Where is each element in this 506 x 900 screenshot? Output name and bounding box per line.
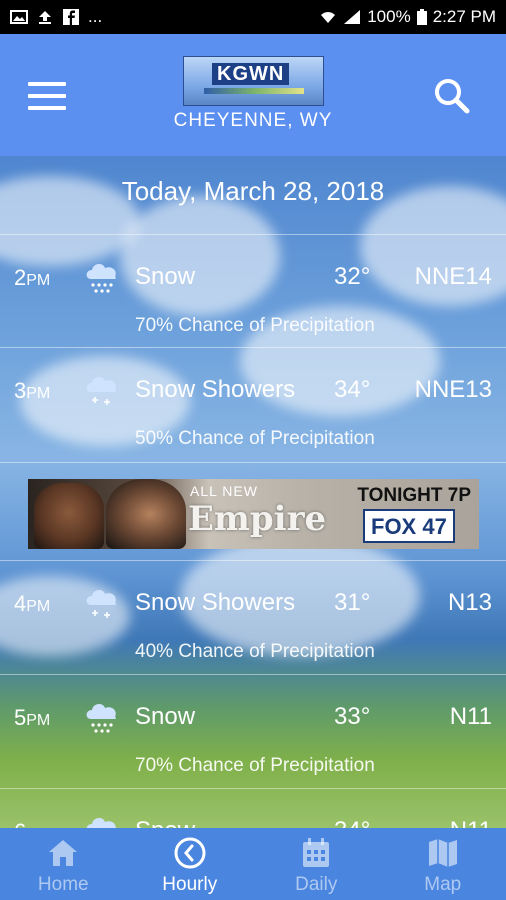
status-time: 2:27 PM	[432, 7, 496, 26]
hourly-forecast[interactable]: Today, March 28, 2018 2PM Snow 32° NNE14…	[0, 156, 506, 828]
row-precipitation: 40% Chance of Precipitation	[135, 641, 375, 662]
row-condition: Snow Showers	[135, 376, 296, 403]
nav-daily[interactable]: Daily	[253, 828, 380, 900]
advertisement-banner[interactable]: ALL NEW Empire TONIGHT 7P FOX 47	[28, 479, 479, 549]
hourly-row[interactable]: 5PM Snow 33° N11 70% Chance of Precipita…	[0, 674, 506, 787]
ad-network-logo: FOX 47	[363, 509, 455, 543]
upload-icon	[39, 11, 51, 24]
nav-map[interactable]: Map	[380, 828, 506, 900]
row-condition: Snow	[135, 817, 195, 828]
hourly-row[interactable]: 2PM Snow 32° NNE14 70% Chance of Precipi…	[0, 234, 506, 347]
menu-button[interactable]	[28, 82, 66, 110]
row-wind: NNE13	[414, 376, 492, 403]
ad-tonight: TONIGHT 7P	[357, 485, 471, 506]
row-wind: N13	[447, 589, 492, 616]
status-ellipsis: ...	[88, 7, 103, 26]
app-header: KGWN CHEYENNE, WY	[0, 34, 506, 156]
hourly-row[interactable]: 3PM Snow Showers 34° NNE13 50% Chance of…	[0, 347, 506, 460]
ad-network: FOX 47	[371, 514, 447, 539]
search-icon[interactable]	[432, 76, 472, 116]
wifi-icon	[321, 12, 336, 23]
battery-icon	[416, 9, 427, 25]
row-temperature: 34°	[334, 376, 371, 403]
hamburger-line	[28, 82, 66, 86]
location-label: CHEYENNE, WY	[173, 110, 333, 131]
status-left: ...	[10, 7, 102, 27]
map-icon	[428, 839, 457, 867]
row-time: 6PM	[14, 819, 50, 828]
bottom-nav: Home Hourly Daily Map	[0, 828, 506, 900]
signal-icon	[344, 10, 361, 24]
ad-photo	[34, 483, 104, 549]
row-time: 5PM	[14, 705, 51, 730]
logo-text: KGWN	[212, 63, 290, 85]
row-condition: Snow	[135, 263, 196, 290]
nav-label: Map	[424, 874, 462, 895]
calendar-icon	[303, 838, 330, 867]
row-wind: N11	[450, 817, 492, 828]
row-time: 2PM	[14, 265, 51, 290]
nav-label: Hourly	[162, 874, 218, 895]
row-temperature: 34°	[334, 817, 370, 828]
image-icon	[10, 10, 28, 24]
forecast-date: Today, March 28, 2018	[121, 176, 385, 206]
ad-slot: ALL NEW Empire TONIGHT 7P FOX 47	[0, 462, 506, 558]
row-condition: Snow Showers	[135, 589, 296, 616]
row-precipitation: 70% Chance of Precipitation	[135, 755, 375, 776]
snow-icon	[86, 818, 116, 828]
row-temperature: 31°	[334, 589, 371, 616]
row-precipitation: 70% Chance of Precipitation	[135, 315, 375, 336]
home-icon	[49, 840, 78, 866]
station-logo: KGWN	[183, 56, 324, 106]
facebook-icon	[63, 9, 79, 25]
ad-all-new: ALL NEW	[190, 483, 258, 499]
row-condition: Snow	[135, 703, 196, 730]
snow-showers-icon	[86, 590, 117, 618]
row-temperature: 32°	[334, 263, 371, 290]
hourly-row[interactable]: 6PM Snow 34° N11	[0, 788, 506, 828]
snow-icon	[86, 264, 117, 293]
nav-label: Daily	[295, 874, 338, 895]
hamburger-line	[28, 94, 66, 98]
logo-stripe	[204, 88, 304, 94]
status-bar: ... 100% 2:27 PM	[0, 0, 506, 34]
row-time: 4PM	[14, 591, 51, 616]
nav-hourly[interactable]: Hourly	[127, 828, 254, 900]
hourly-row[interactable]: 4PM Snow Showers 31° N13 40% Chance of P…	[0, 560, 506, 673]
nav-home[interactable]: Home	[0, 828, 127, 900]
row-temperature: 33°	[334, 703, 371, 730]
battery-percent: 100%	[367, 7, 411, 26]
ad-title: Empire	[188, 499, 327, 539]
status-right: 100% 2:27 PM	[319, 7, 496, 27]
nav-label: Home	[37, 874, 89, 895]
row-time: 3PM	[14, 378, 51, 403]
row-wind: N11	[449, 703, 492, 730]
row-wind: NNE14	[414, 263, 492, 290]
ad-photo	[106, 479, 186, 549]
snow-icon	[86, 704, 117, 733]
snow-showers-icon	[86, 377, 117, 405]
row-precipitation: 50% Chance of Precipitation	[135, 428, 375, 449]
clock-icon	[174, 837, 206, 869]
